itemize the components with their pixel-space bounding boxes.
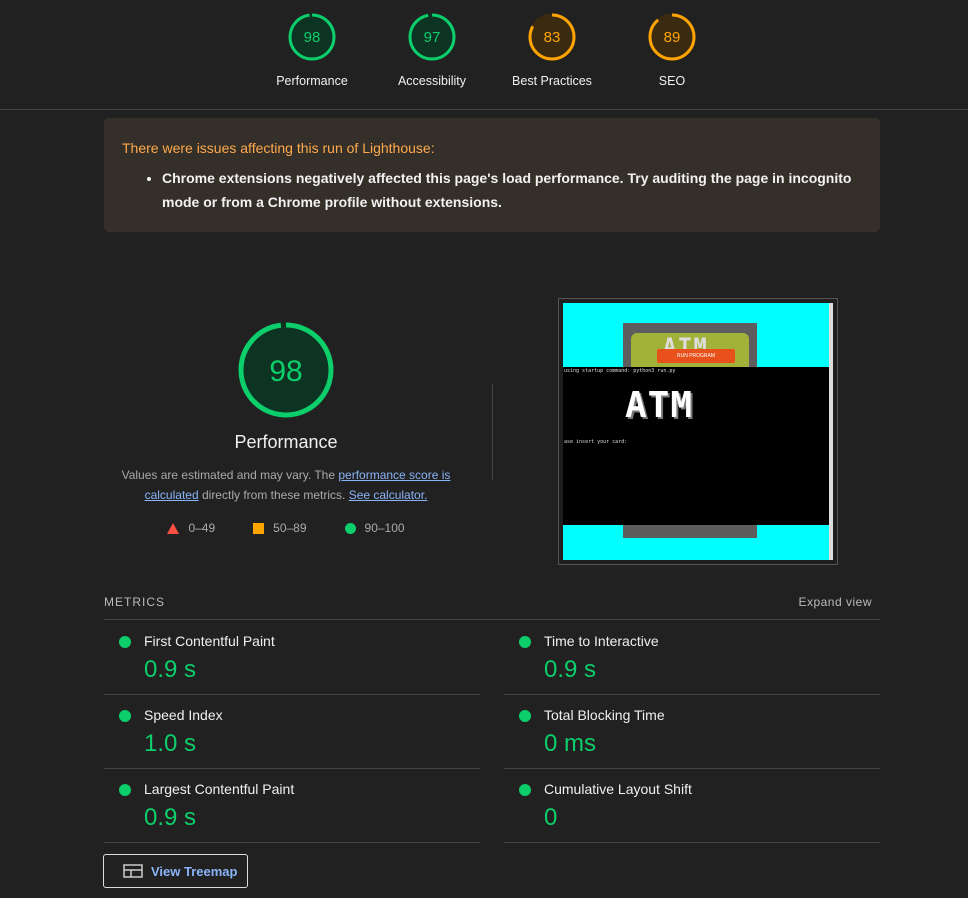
run-warnings-box: There were issues affecting this run of …: [104, 118, 880, 232]
metric-name: Total Blocking Time: [544, 707, 665, 723]
metric-value: 0: [544, 804, 558, 831]
score-gauges-bar: 98 Performance 97 Accessibility 83 Best …: [0, 0, 968, 110]
metric-value: 0.9 s: [144, 656, 197, 683]
expand-view-toggle[interactable]: Expand view: [798, 595, 872, 609]
pass-circle-icon: [119, 636, 131, 648]
gauge-score: 98: [304, 29, 321, 46]
screenshot-run-button: RUN PROGRAM: [657, 349, 735, 363]
metric-value: 0 ms: [544, 730, 597, 757]
metric-name: Speed Index: [144, 707, 223, 723]
warning-item: Chrome extensions negatively affected th…: [162, 166, 862, 214]
terminal-atm-ascii: ATM: [625, 385, 694, 426]
legend-average: 50–89: [253, 521, 307, 535]
screenshot-image: ATM RUN PROGRAM using startup command: p…: [563, 303, 833, 560]
metric-total-blocking-time: Total Blocking Time 0 ms: [504, 695, 880, 769]
gauge-accessibility[interactable]: 97 Accessibility: [372, 12, 492, 88]
gauge-label: Accessibility: [397, 74, 467, 88]
metric-name: First Contentful Paint: [144, 633, 275, 649]
metric-time-to-interactive: Time to Interactive 0.9 s: [504, 621, 880, 695]
metric-name: Time to Interactive: [544, 633, 659, 649]
metric-name: Largest Contentful Paint: [144, 781, 295, 797]
calculator-link[interactable]: See calculator.: [349, 488, 428, 502]
legend-pass: 90–100: [344, 521, 405, 535]
metric-cumulative-layout-shift: Cumulative Layout Shift 0: [504, 769, 880, 843]
metric-first-contentful-paint: First Contentful Paint 0.9 s: [104, 621, 480, 695]
warning-list: Chrome extensions negatively affected th…: [122, 166, 862, 214]
pass-circle-icon: [519, 636, 531, 648]
legend-average-label: 50–89: [273, 521, 307, 535]
gauge-score: 89: [664, 29, 681, 46]
metrics-header: METRICS Expand view: [104, 594, 880, 620]
terminal-line: using startup command: python3 run.py: [564, 368, 676, 374]
view-treemap-button[interactable]: View Treemap: [103, 854, 248, 888]
metric-speed-index: Speed Index 1.0 s: [104, 695, 480, 769]
gauge-ring: 97: [408, 13, 456, 61]
pass-circle-icon: [519, 710, 531, 722]
gauge-score: 97: [424, 29, 441, 46]
gauge-ring: 89: [648, 13, 696, 61]
legend-fail: 0–49: [167, 521, 215, 535]
gauge-seo[interactable]: 89 SEO: [612, 12, 732, 88]
desc-text: directly from these metrics.: [198, 488, 349, 502]
performance-gauge: 98: [238, 322, 334, 418]
performance-title: Performance: [234, 432, 338, 452]
square-icon: [253, 522, 265, 534]
metric-value: 0.9 s: [144, 804, 197, 831]
pass-circle-icon: [119, 710, 131, 722]
metric-largest-contentful-paint: Largest Contentful Paint 0.9 s: [104, 769, 480, 843]
score-legend: 0–49 50–89 90–100: [104, 521, 468, 535]
gauge-performance[interactable]: 98 Performance: [252, 12, 372, 88]
warning-title: There were issues affecting this run of …: [122, 140, 435, 156]
gauge-label: Best Practices: [512, 74, 592, 88]
gauge-ring: 98: [288, 13, 336, 61]
performance-score: 98: [269, 355, 302, 388]
final-screenshot[interactable]: ATM RUN PROGRAM using startup command: p…: [558, 298, 838, 565]
metric-value: 1.0 s: [144, 730, 197, 757]
gauge-label: SEO: [658, 74, 686, 88]
view-treemap-label: View Treemap: [151, 863, 238, 879]
metric-name: Cumulative Layout Shift: [544, 781, 692, 797]
gauge-label: Performance: [276, 74, 348, 88]
metric-value: 0.9 s: [544, 656, 597, 683]
pass-circle-icon: [119, 784, 131, 796]
desc-text: Values are estimated and may vary. The: [121, 468, 339, 482]
legend-fail-label: 0–49: [188, 521, 216, 535]
circle-icon: [344, 522, 356, 534]
screenshot-scrollbar: [829, 303, 833, 560]
performance-summary: 98 Performance Values are estimated and …: [104, 320, 468, 535]
gauge-best-practices[interactable]: 83 Best Practices: [492, 12, 612, 88]
metrics-heading: METRICS: [104, 595, 165, 609]
screenshot-terminal: using startup command: python3 run.py AT…: [563, 367, 829, 525]
performance-description: Values are estimated and may vary. The p…: [104, 465, 468, 505]
divider: [492, 384, 493, 480]
terminal-line: ase insert your card:: [564, 439, 628, 445]
pass-circle-icon: [519, 784, 531, 796]
treemap-icon: [123, 864, 143, 878]
triangle-icon: [167, 522, 180, 534]
gauge-ring: 83: [528, 13, 576, 61]
legend-pass-label: 90–100: [364, 521, 405, 535]
gauge-score: 83: [544, 29, 561, 46]
